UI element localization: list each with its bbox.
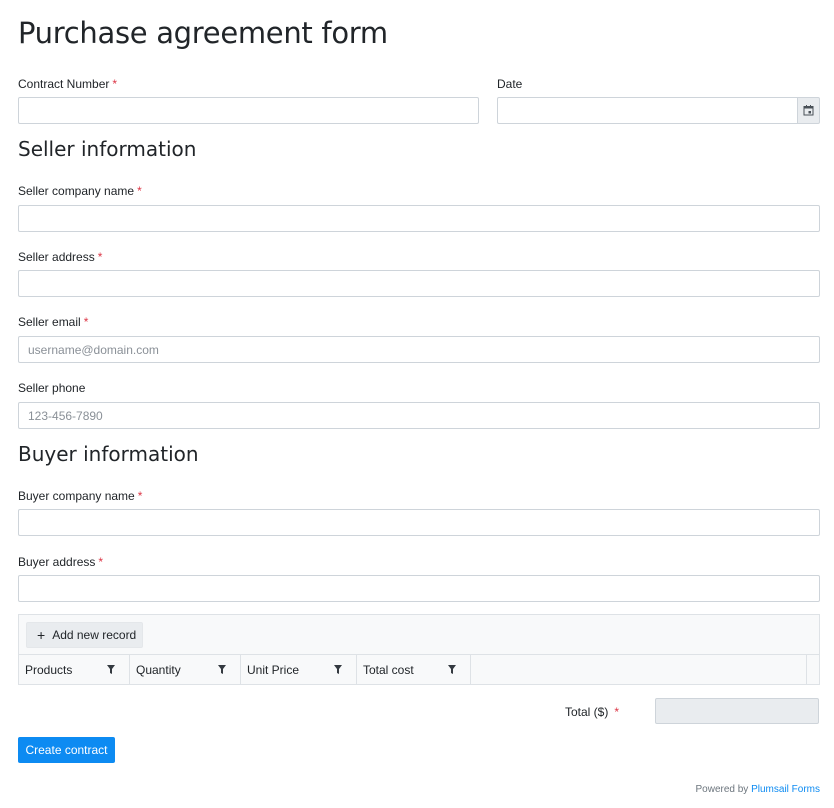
create-contract-button[interactable]: Create contract <box>18 737 115 763</box>
required-marker: * <box>137 184 142 198</box>
required-marker: * <box>83 315 89 329</box>
column-header-label: Products <box>25 663 73 677</box>
calendar-icon <box>803 105 814 116</box>
seller-email-label: Seller email * <box>18 315 88 329</box>
grid-header-row: Products Quantity Unit Price Total cost <box>19 655 819 685</box>
total-label: Total ($) * <box>565 705 619 719</box>
add-new-record-button[interactable]: + Add new record <box>26 622 143 648</box>
column-header-actions <box>471 655 807 685</box>
column-header-unit-price[interactable]: Unit Price <box>241 655 357 685</box>
column-header-label: Quantity <box>136 663 181 677</box>
plumsail-forms-link[interactable]: Plumsail Forms <box>751 784 820 795</box>
buyer-company-input[interactable] <box>18 509 820 536</box>
seller-email-input[interactable] <box>18 336 820 363</box>
column-header-label: Total cost <box>363 663 414 677</box>
date-input[interactable] <box>497 97 798 124</box>
filter-icon[interactable] <box>448 665 456 674</box>
contract-number-label-text: Contract Number <box>18 77 110 91</box>
add-new-record-label: Add new record <box>52 628 137 642</box>
seller-address-label-text: Seller address <box>18 250 95 264</box>
powered-by: Powered by Plumsail Forms <box>696 784 821 795</box>
required-marker: * <box>614 705 620 719</box>
page-title: Purchase agreement form <box>18 16 388 50</box>
products-grid: + Add new record Products Quantity Unit … <box>18 614 820 685</box>
contract-number-label: Contract Number * <box>18 77 117 91</box>
required-marker: * <box>137 489 143 503</box>
date-label: Date <box>497 77 523 91</box>
seller-address-label: Seller address * <box>18 250 102 264</box>
filter-icon[interactable] <box>107 665 115 674</box>
seller-address-input[interactable] <box>18 270 820 297</box>
required-marker: * <box>97 250 103 264</box>
plus-icon: + <box>37 627 46 643</box>
column-header-total-cost[interactable]: Total cost <box>357 655 471 685</box>
column-header-products[interactable]: Products <box>19 655 130 685</box>
required-marker: * <box>112 77 118 91</box>
seller-phone-input[interactable] <box>18 402 820 429</box>
seller-section-title: Seller information <box>18 137 197 161</box>
buyer-address-input[interactable] <box>18 575 820 602</box>
filter-icon[interactable] <box>218 665 226 674</box>
seller-company-label: Seller company name * <box>18 184 142 198</box>
powered-by-text: Powered by <box>695 784 749 795</box>
filter-icon[interactable] <box>334 665 342 674</box>
seller-company-input[interactable] <box>18 205 820 232</box>
seller-company-label-text: Seller company name <box>18 184 135 198</box>
column-header-quantity[interactable]: Quantity <box>130 655 241 685</box>
buyer-address-label-text: Buyer address <box>18 555 96 569</box>
buyer-company-label-text: Buyer company name <box>18 489 135 503</box>
date-picker-button[interactable] <box>797 97 820 124</box>
buyer-section-title: Buyer information <box>18 442 199 466</box>
total-input <box>655 698 819 724</box>
contract-number-input[interactable] <box>18 97 479 124</box>
total-label-text: Total ($) <box>565 705 609 719</box>
column-header-label: Unit Price <box>247 663 300 677</box>
grid-toolbar: + Add new record <box>19 615 819 655</box>
buyer-company-label: Buyer company name * <box>18 489 142 503</box>
buyer-address-label: Buyer address * <box>18 555 103 569</box>
required-marker: * <box>98 555 104 569</box>
seller-phone-label: Seller phone <box>18 381 86 395</box>
seller-email-label-text: Seller email <box>18 315 81 329</box>
